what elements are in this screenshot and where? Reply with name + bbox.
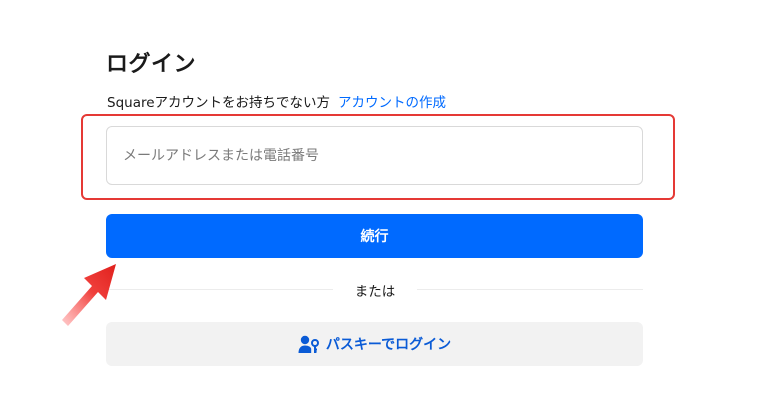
red-arrow-icon bbox=[62, 264, 116, 326]
continue-button[interactable]: 続行 bbox=[106, 214, 643, 258]
login-page: ログイン Squareアカウントをお持ちでない方アカウントの作成 続行 または … bbox=[0, 0, 768, 403]
person-key-icon bbox=[298, 334, 320, 354]
page-title: ログイン bbox=[106, 52, 197, 77]
divider-label: または bbox=[333, 280, 417, 300]
passkey-login-button[interactable]: パスキーでログイン bbox=[106, 322, 643, 366]
no-account-text: Squareアカウントをお持ちでない方 bbox=[107, 95, 331, 111]
email-or-phone-input[interactable] bbox=[106, 126, 643, 185]
signup-prompt: Squareアカウントをお持ちでない方 アカウントの作成 bbox=[107, 91, 446, 111]
passkey-login-label: パスキーでログイン bbox=[325, 337, 452, 353]
create-account-link[interactable]: アカウントの作成 bbox=[338, 95, 446, 111]
